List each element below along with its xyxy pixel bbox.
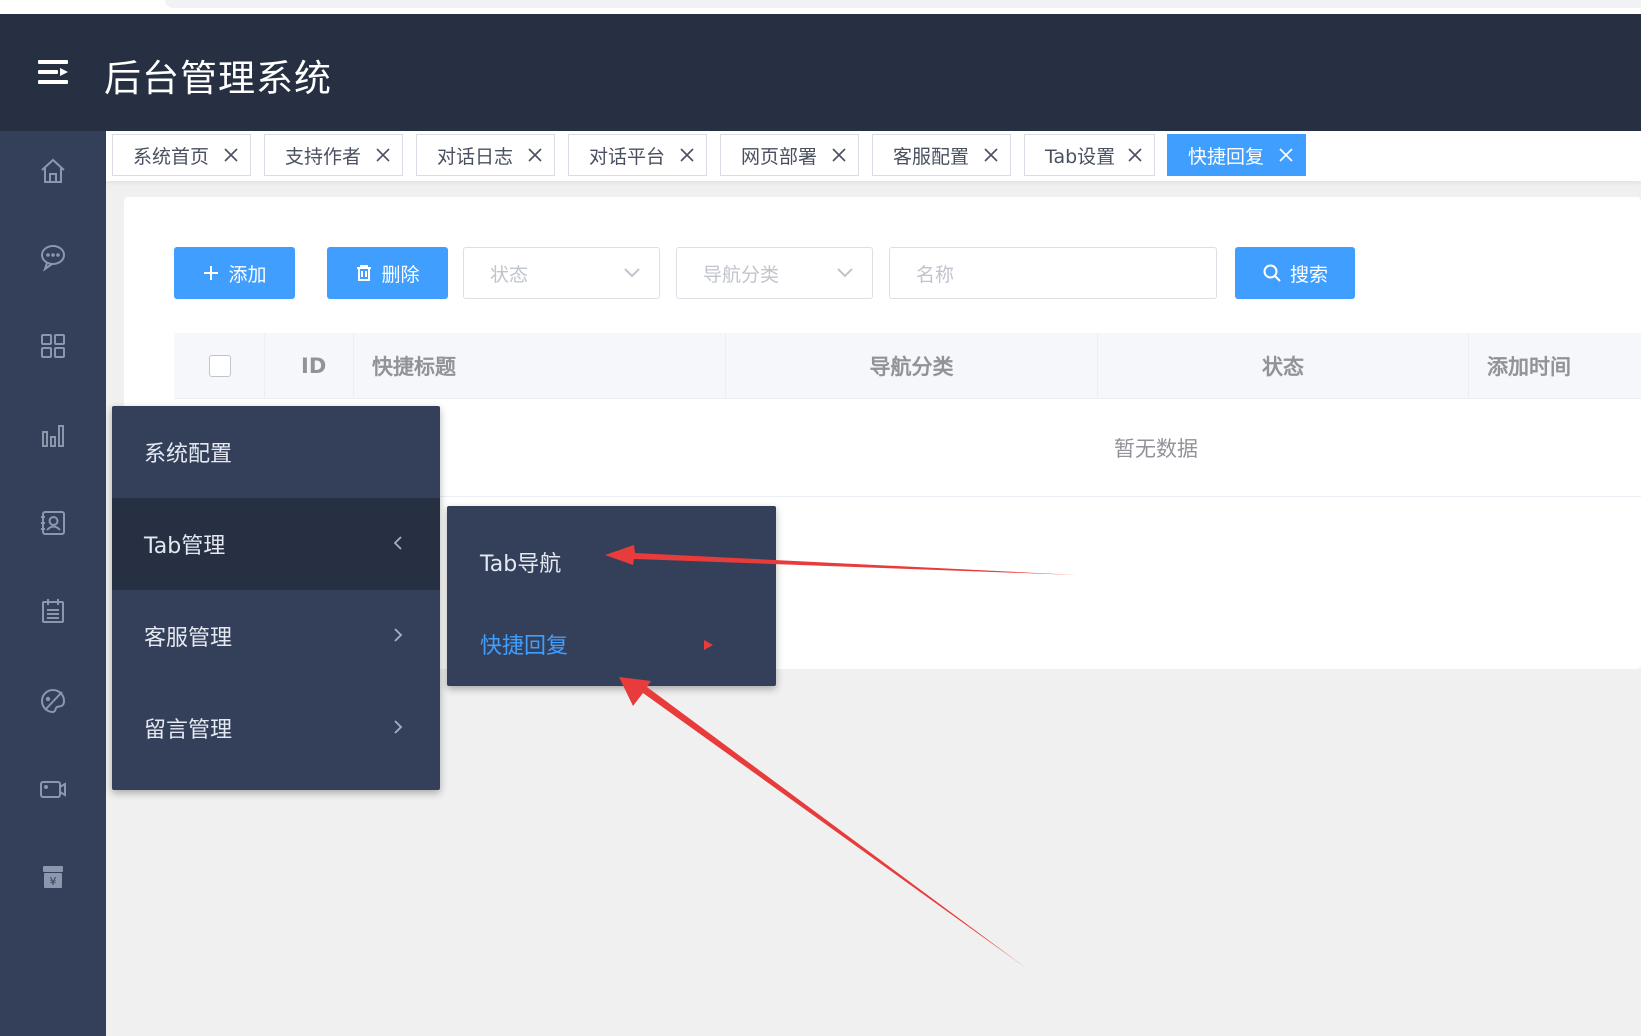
name-input[interactable]: 名称 — [889, 247, 1217, 299]
submenu-item-quick-reply[interactable]: 快捷回复 — [447, 602, 776, 686]
grid-icon[interactable] — [35, 328, 71, 364]
chevron-right-icon — [394, 720, 403, 734]
menu-item-system-config[interactable]: 系统配置 — [112, 406, 440, 498]
calendar-icon[interactable] — [35, 593, 71, 629]
column-nav-category[interactable]: 导航分类 — [726, 333, 1098, 399]
bar-chart-icon[interactable] — [35, 417, 71, 453]
tab-service-config[interactable]: 客服配置 — [872, 134, 1011, 176]
close-icon[interactable] — [982, 146, 1000, 164]
tab-label: 客服配置 — [893, 145, 970, 168]
tabs-bar: 系统首页 支持作者 对话日志 对话平台 网页部署 客服配置 Tab设置 快捷回复 — [106, 131, 1641, 181]
annotation-arrow-quick-reply — [619, 677, 1026, 968]
menu-item-service-management[interactable]: 客服管理 — [112, 590, 440, 682]
tab-dialog-log[interactable]: 对话日志 — [416, 134, 555, 176]
menu-item-label: 系统配置 — [144, 442, 233, 467]
column-id[interactable]: ID — [265, 333, 354, 399]
column-quick-title[interactable]: 快捷标题 — [354, 333, 726, 399]
nav-category-select[interactable]: 导航分类 — [676, 247, 873, 299]
close-icon[interactable] — [830, 146, 848, 164]
red-pointer-icon — [704, 640, 713, 650]
svg-text:¥: ¥ — [50, 875, 57, 888]
menu-item-label: Tab管理 — [144, 534, 226, 559]
chat-icon[interactable] — [35, 239, 71, 275]
hamburger-menu-icon[interactable] — [38, 60, 68, 86]
menu-item-label: 留言管理 — [144, 718, 233, 743]
tab-support-author[interactable]: 支持作者 — [264, 134, 403, 176]
add-button[interactable]: 添加 — [174, 247, 295, 299]
search-button[interactable]: 搜索 — [1235, 247, 1355, 299]
status-select-placeholder: 状态 — [490, 263, 529, 286]
submenu-item-label: 快捷回复 — [480, 634, 569, 659]
payment-icon[interactable]: ¥ — [35, 859, 71, 895]
tab-label: 快捷回复 — [1188, 145, 1265, 168]
chevron-down-icon — [624, 268, 640, 278]
tab-label: 网页部署 — [741, 145, 818, 168]
close-icon[interactable] — [1277, 146, 1295, 164]
tab-quick-reply[interactable]: 快捷回复 — [1167, 134, 1306, 176]
submenu: Tab导航 快捷回复 — [447, 506, 776, 686]
dropdown-menu: 系统配置 Tab管理 客服管理 留言管理 — [112, 406, 440, 790]
add-button-label: 添加 — [228, 263, 267, 286]
video-icon[interactable] — [35, 771, 71, 807]
column-add-time[interactable]: 添加时间 — [1469, 333, 1641, 399]
status-select[interactable]: 状态 — [463, 247, 660, 299]
tab-label: 支持作者 — [285, 145, 362, 168]
select-all-checkbox[interactable] — [209, 355, 231, 377]
name-input-placeholder: 名称 — [916, 263, 955, 286]
tab-label: 对话平台 — [589, 145, 666, 168]
submenu-item-tab-nav[interactable]: Tab导航 — [447, 520, 776, 604]
trash-icon — [357, 265, 372, 281]
menu-item-label: 客服管理 — [144, 626, 233, 651]
close-icon[interactable] — [1126, 146, 1144, 164]
tab-system-home[interactable]: 系统首页 — [112, 134, 251, 176]
menu-item-message-management[interactable]: 留言管理 — [112, 682, 440, 774]
submenu-item-label: Tab导航 — [480, 552, 562, 577]
app-header: 后台管理系统 — [0, 14, 1641, 131]
close-icon[interactable] — [678, 146, 696, 164]
close-icon[interactable] — [526, 146, 544, 164]
chevron-right-icon — [394, 628, 403, 642]
tab-web-deploy[interactable]: 网页部署 — [720, 134, 859, 176]
empty-text: 暂无数据 — [1114, 437, 1198, 461]
menu-item-tab-management[interactable]: Tab管理 — [112, 498, 440, 590]
tab-label: 系统首页 — [133, 145, 210, 168]
nav-category-select-placeholder: 导航分类 — [703, 263, 780, 286]
tab-label: 对话日志 — [437, 145, 514, 168]
chevron-left-icon — [393, 536, 402, 550]
app-title: 后台管理系统 — [104, 57, 332, 100]
contact-card-icon[interactable] — [35, 505, 71, 541]
chevron-down-icon — [837, 268, 853, 278]
home-icon[interactable] — [35, 153, 71, 189]
select-all-cell — [174, 333, 265, 399]
close-icon[interactable] — [374, 146, 392, 164]
delete-button[interactable]: 删除 — [327, 247, 448, 299]
search-button-label: 搜索 — [1289, 263, 1328, 286]
tab-label: Tab设置 — [1045, 145, 1116, 168]
tab-dialog-platform[interactable]: 对话平台 — [568, 134, 707, 176]
plus-icon — [204, 266, 219, 280]
table-header: ID 快捷标题 导航分类 状态 添加时间 — [174, 333, 1641, 399]
search-icon — [1263, 264, 1281, 282]
browser-top-strip — [0, 0, 1641, 14]
delete-button-label: 删除 — [381, 263, 420, 286]
tab-tab-settings[interactable]: Tab设置 — [1024, 134, 1155, 176]
close-icon[interactable] — [222, 146, 240, 164]
column-status[interactable]: 状态 — [1098, 333, 1469, 399]
palette-icon[interactable] — [35, 683, 71, 719]
sidebar: ¥ — [0, 131, 106, 1036]
browser-address-bar — [165, 0, 1641, 8]
